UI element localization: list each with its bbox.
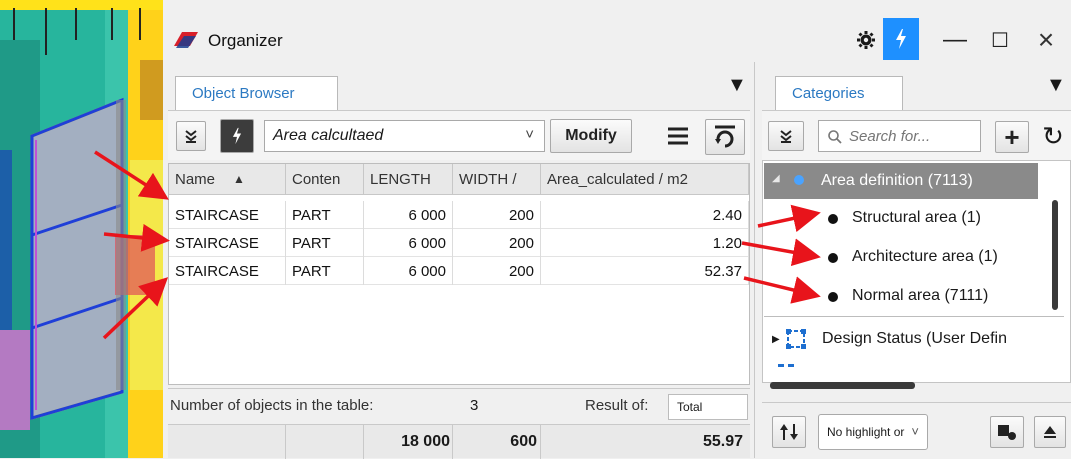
cell-content: PART <box>286 201 364 229</box>
result-of-label: Result of: <box>585 397 649 414</box>
object-count-value: 3 <box>470 397 479 414</box>
window-title: Organizer <box>208 31 283 50</box>
add-category-button[interactable]: + <box>995 121 1029 153</box>
sort-ascending-icon: ▲ <box>233 172 245 186</box>
tree-item-architecture-area[interactable]: Architecture area (1) <box>828 243 1048 273</box>
search-icon <box>828 130 842 144</box>
cell-area: 2.40 <box>541 201 749 229</box>
tree-item-design-status[interactable]: ▶ Design Status (User Defin <box>772 326 1062 358</box>
result-type-select[interactable]: Total <box>668 394 748 420</box>
tree-horizontal-scrollbar[interactable] <box>770 382 915 389</box>
refresh-icon[interactable] <box>705 119 745 155</box>
lightning-pin-icon[interactable] <box>220 119 254 153</box>
cell-name: STAIRCASE <box>169 257 286 285</box>
chevron-down-icon: ˅ <box>525 126 534 143</box>
cell-area: 1.20 <box>541 229 749 257</box>
table-row[interactable]: STAIRCASE PART 6 000 200 52.37 <box>169 257 749 285</box>
design-status-icon <box>786 329 806 349</box>
table-row[interactable]: STAIRCASE PART 6 000 200 1.20 <box>169 229 749 257</box>
eject-up-icon[interactable] <box>1034 416 1066 448</box>
categories-search-field[interactable] <box>818 120 981 152</box>
tree-item-label: Area definition (7113) <box>821 172 973 189</box>
gear-icon[interactable] <box>848 22 884 58</box>
category-dot-icon <box>794 175 804 185</box>
categories-search-input[interactable] <box>847 125 975 147</box>
highlight-color-icon[interactable] <box>990 416 1024 448</box>
column-header-content[interactable]: Conten <box>286 164 364 195</box>
lightning-pin-icon[interactable] <box>883 18 919 60</box>
3d-model-drawing <box>0 0 163 458</box>
cell-name: STAIRCASE <box>169 201 286 229</box>
tab-object-browser[interactable]: Object Browser <box>175 76 338 110</box>
cell-width: 200 <box>453 201 541 229</box>
table-row[interactable]: STAIRCASE PART 6 000 200 2.40 <box>169 201 749 229</box>
tree-vertical-scrollbar[interactable] <box>1052 200 1058 310</box>
query-select-value: Area calcultaed <box>273 127 384 144</box>
tree-item-label: Structural area (1) <box>852 209 981 226</box>
bullet-icon <box>828 292 838 302</box>
collapse-down-icon[interactable] <box>768 121 804 151</box>
3d-model-viewport[interactable] <box>0 0 163 458</box>
highlight-select-value: No highlight or <box>827 425 905 439</box>
column-header-length[interactable]: LENGTH <box>364 164 453 195</box>
organizer-app-icon <box>172 30 200 50</box>
cell-content: PART <box>286 257 364 285</box>
cell-length: 6 000 <box>364 201 453 229</box>
tab-categories[interactable]: Categories <box>775 76 903 110</box>
column-header-width[interactable]: WIDTH / <box>453 164 541 195</box>
tree-item-label: Design Status (User Defin <box>822 330 1007 347</box>
cell-area: 52.37 <box>541 257 749 285</box>
refresh-icon[interactable]: ↻ <box>1038 120 1068 152</box>
cell-name: STAIRCASE <box>169 229 286 257</box>
totals-row: 18 000 600 55.97 <box>168 424 750 459</box>
tree-divider <box>764 316 1064 317</box>
object-browser-menu-icon[interactable]: ▼ <box>727 74 747 97</box>
total-length: 18 000 <box>401 433 450 450</box>
minimize-button[interactable]: — <box>937 22 973 58</box>
tree-item-label: Normal area (7111) <box>852 287 989 304</box>
dash-decoration <box>778 364 794 367</box>
cell-content: PART <box>286 229 364 257</box>
tree-item-area-definition[interactable]: ◢ Area definition (7113) <box>764 163 1038 199</box>
column-header-area[interactable]: Area_calculated / m2 <box>541 164 749 195</box>
total-area: 55.97 <box>702 433 743 450</box>
highlight-select[interactable]: No highlight or ˅ <box>818 414 928 450</box>
chevron-down-icon: ˅ <box>911 424 919 439</box>
column-header-name[interactable]: Name ▲ <box>169 164 286 195</box>
object-count-label: Number of objects in the table: <box>170 397 374 414</box>
tree-item-structural-area[interactable]: Structural area (1) <box>828 204 1048 234</box>
cell-length: 6 000 <box>364 257 453 285</box>
tree-item-normal-area[interactable]: Normal area (7111) <box>828 282 1048 312</box>
total-width: 600 <box>510 433 537 450</box>
tree-item-label: Architecture area (1) <box>852 248 998 265</box>
bullet-icon <box>828 253 838 263</box>
cell-length: 6 000 <box>364 229 453 257</box>
tree-expanded-icon: ◢ <box>772 173 780 184</box>
close-button[interactable]: × <box>1028 22 1064 58</box>
column-header-label: Name <box>175 170 216 188</box>
categories-menu-icon[interactable]: ▼ <box>1046 74 1066 97</box>
tree-collapsed-icon: ▶ <box>772 334 780 345</box>
cell-width: 200 <box>453 257 541 285</box>
list-menu-icon[interactable] <box>665 124 693 150</box>
cell-width: 200 <box>453 229 541 257</box>
bullet-icon <box>828 214 838 224</box>
query-select[interactable]: Area calcultaed ˅ <box>264 120 545 152</box>
maximize-button[interactable]: ☐ <box>982 22 1018 58</box>
sort-order-icon[interactable] <box>772 416 806 448</box>
modify-button[interactable]: Modify <box>550 119 632 153</box>
collapse-down-icon[interactable] <box>176 121 206 151</box>
